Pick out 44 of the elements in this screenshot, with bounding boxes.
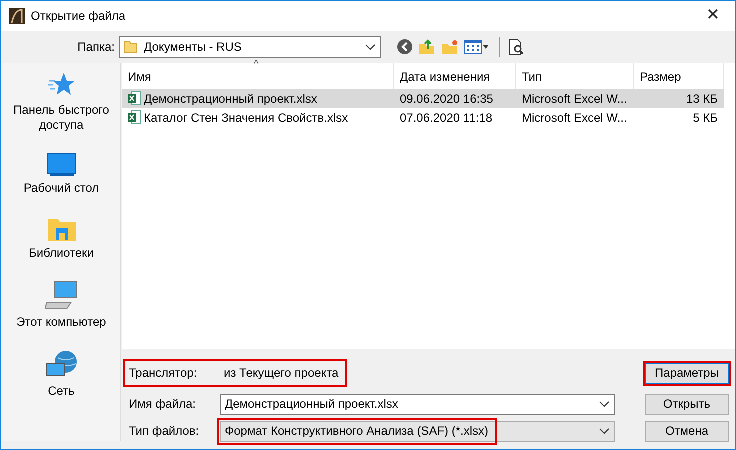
- filetype-label: Тип файлов:: [128, 423, 200, 440]
- spreadsheet-file-icon: [128, 110, 142, 125]
- table-cell-text: 07.06.2020 11:18: [400, 110, 493, 126]
- translator-label: Транслятор:: [129, 365, 198, 382]
- filename-label: Имя файла:: [128, 396, 197, 413]
- parameters-button[interactable]: Параметры: [645, 362, 729, 384]
- open-button[interactable]: Открыть: [645, 394, 729, 414]
- table-cell-text: Microsoft Excel W...: [522, 110, 628, 126]
- filename-value: Демонстрационный проект.xlsx: [225, 396, 398, 413]
- preview-icon[interactable]: [509, 38, 525, 56]
- sidebar-item[interactable]: Панель быстрого доступа: [6, 103, 116, 133]
- app-logo-icon: [9, 8, 25, 24]
- chevron-down-icon: [599, 400, 610, 408]
- monitor-icon: [46, 153, 76, 177]
- sidebar-item[interactable]: Рабочий стол: [6, 181, 116, 196]
- chevron-down-icon: [599, 428, 610, 434]
- computer-icon: [44, 281, 78, 311]
- view-menu-icon[interactable]: [464, 40, 490, 54]
- table-cell-text: Демонстрационный проект.xlsx: [144, 90, 318, 108]
- table-cell-text: 09.06.2020 16:35: [400, 90, 494, 108]
- sidebar-item[interactable]: Этот компьютер: [6, 315, 116, 330]
- table-cell-text: Microsoft Excel W...: [522, 90, 628, 108]
- sidebar-item[interactable]: Сеть: [6, 384, 116, 399]
- chevron-down-icon: [365, 44, 376, 50]
- folder-icon: [46, 216, 76, 242]
- window-title: Открытие файла: [31, 8, 126, 25]
- spreadsheet-file-icon: [128, 91, 142, 106]
- folder-up-icon[interactable]: [418, 39, 436, 55]
- sidebar-item[interactable]: Библиотеки: [6, 246, 116, 261]
- table-cell-text: 13 КБ: [686, 90, 718, 108]
- filetype-value: Формат Конструктивного Анализа (SAF) (*.xlsx): [219, 420, 495, 442]
- filename-field[interactable]: Демонстрационный проект.xlsx: [220, 394, 615, 414]
- file-row[interactable]: Демонстрационный проект.xlsx 09.06.2020 16:35 Microsoft Excel W... 13 КБ: [122, 89, 724, 108]
- folder-icon: [124, 40, 138, 54]
- close-button[interactable]: ✕: [691, 1, 735, 31]
- folder-value: Документы - RUS: [144, 39, 242, 56]
- translator-value: из Текущего проекта: [224, 365, 339, 382]
- folder-dropdown[interactable]: Документы - RUS: [119, 36, 381, 58]
- table-cell-text: 5 КБ: [693, 110, 718, 126]
- cancel-button[interactable]: Отмена: [645, 420, 729, 442]
- table-cell-text: Каталог Стен Значения Свойств.xlsx: [144, 110, 348, 126]
- folder-label: Папка:: [76, 39, 116, 56]
- back-icon[interactable]: [397, 39, 413, 55]
- new-folder-icon[interactable]: [441, 39, 459, 55]
